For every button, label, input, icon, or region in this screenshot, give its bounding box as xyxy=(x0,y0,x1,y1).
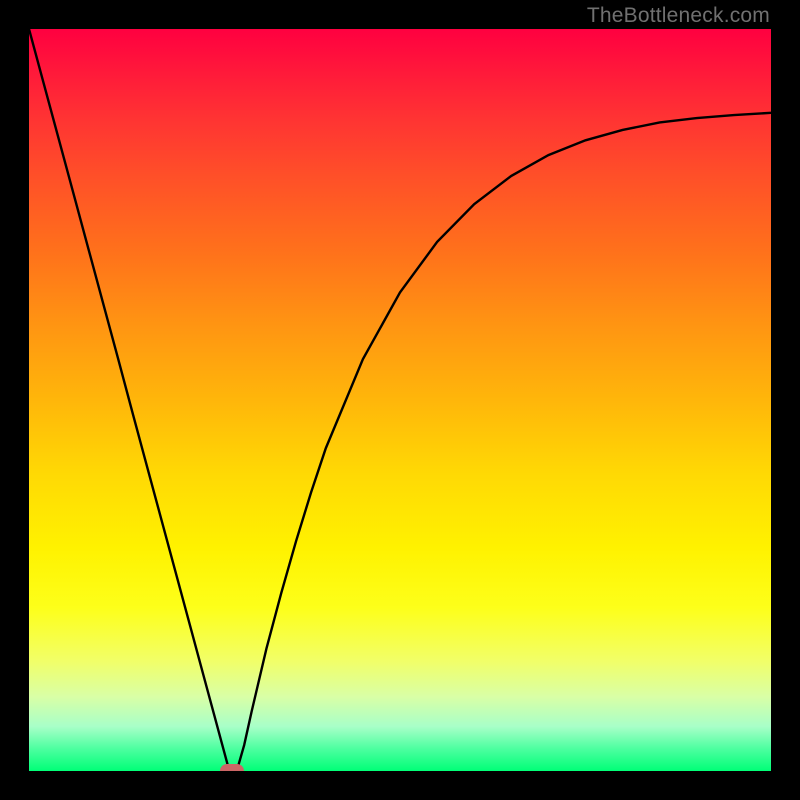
bottleneck-curve xyxy=(29,29,771,771)
minimum-marker-icon xyxy=(220,764,244,771)
chart-frame: TheBottleneck.com xyxy=(0,0,800,800)
watermark-label: TheBottleneck.com xyxy=(587,4,770,28)
chart-plot-area xyxy=(29,29,771,771)
